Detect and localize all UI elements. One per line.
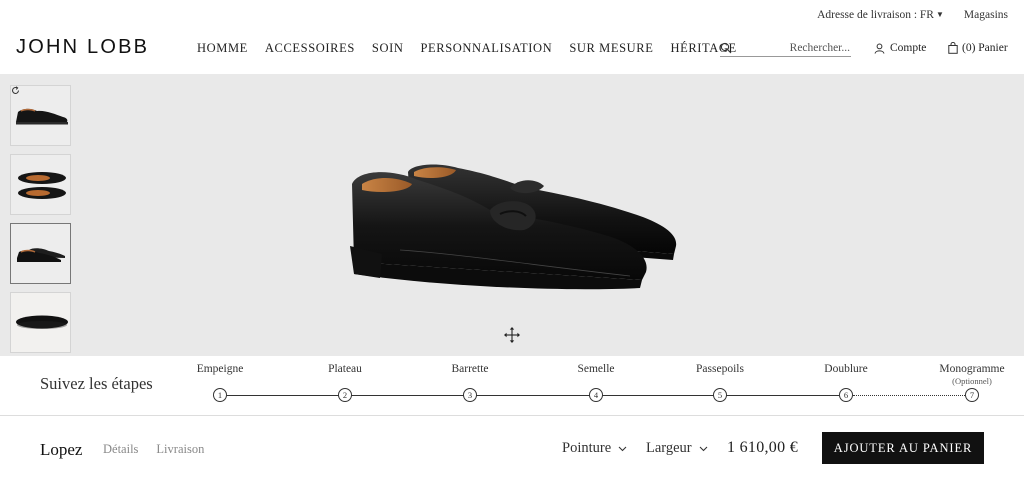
step-number: 3	[463, 388, 477, 402]
thumbnail-360-view[interactable]	[10, 85, 71, 146]
thumbnail-pair-view[interactable]	[10, 223, 71, 284]
main-nav: HOMME ACCESSOIRES SOIN PERSONNALISATION …	[197, 41, 737, 56]
shoe-product-image	[350, 164, 677, 290]
shoe-pair-thumb-image	[17, 248, 65, 262]
brand-logo[interactable]: JOHN LOBB	[16, 36, 149, 59]
step-doublure[interactable]: Doublure 6	[786, 356, 906, 402]
customization-steps: Suivez les étapes Empeigne 1 Plateau 2 B…	[0, 356, 1024, 416]
product-info-links: Détails Livraison	[103, 442, 204, 457]
delivery-link[interactable]: Livraison	[156, 442, 204, 457]
search-box	[720, 40, 851, 57]
step-number: 2	[338, 388, 352, 402]
step-label: Empeigne	[196, 363, 244, 375]
cart-label: (0) Panier	[962, 42, 1008, 54]
width-select-label: Largeur	[646, 440, 692, 456]
delivery-country-selector[interactable]: Adresse de livraison : FR ▼	[817, 9, 944, 21]
step-label: Doublure	[824, 363, 868, 375]
step-plateau[interactable]: Plateau 2	[285, 356, 405, 402]
search-input[interactable]	[720, 42, 851, 54]
step-number: 4	[589, 388, 603, 402]
shopping-bag-icon	[948, 42, 958, 54]
step-number: 7	[965, 388, 979, 402]
product-name: Lopez	[40, 440, 83, 459]
step-number: 1	[213, 388, 227, 402]
step-barrette[interactable]: Barrette 3	[410, 356, 530, 402]
step-number: 6	[839, 388, 853, 402]
step-optional-note: (Optionnel)	[952, 376, 992, 386]
step-semelle[interactable]: Semelle 4	[536, 356, 656, 402]
chevron-down-icon	[618, 446, 627, 451]
shoe-top-thumb-image	[18, 172, 66, 199]
chevron-down-icon	[699, 446, 708, 451]
thumbnail-top-view[interactable]	[10, 154, 71, 215]
width-select[interactable]: Largeur	[646, 440, 708, 457]
search-icon[interactable]	[720, 42, 732, 54]
step-label: Passepoils	[696, 363, 744, 375]
step-number: 5	[713, 388, 727, 402]
step-label: Semelle	[577, 363, 615, 375]
details-link[interactable]: Détails	[103, 442, 138, 457]
nav-item-soin[interactable]: SOIN	[372, 41, 404, 56]
nav-item-sur-mesure[interactable]: SUR MESURE	[569, 41, 653, 56]
cart-link[interactable]: (0) Panier	[948, 42, 1008, 54]
steps-progress-line	[227, 395, 839, 396]
move-arrows-icon[interactable]	[503, 326, 521, 344]
shoe-side-thumb-image	[16, 108, 68, 125]
product-action-bar: Lopez Détails Livraison Pointure Largeur…	[0, 416, 1024, 481]
shoe-sole-thumb-image	[16, 315, 68, 329]
utility-bar: Adresse de livraison : FR ▼ Magasins	[817, 9, 1008, 21]
steps-title: Suivez les étapes	[40, 374, 153, 393]
stores-link[interactable]: Magasins	[964, 9, 1008, 21]
size-select-label: Pointure	[562, 440, 612, 456]
step-label: Barrette	[451, 363, 489, 375]
account-link[interactable]: Compte	[874, 42, 926, 54]
rotate-icon	[12, 86, 19, 94]
thumbnail-sole-view[interactable]	[10, 292, 71, 353]
step-label: Monogramme	[939, 363, 1005, 375]
thumbnail-list	[10, 85, 71, 353]
steps-optional-line	[853, 395, 965, 396]
nav-item-accessoires[interactable]: ACCESSOIRES	[265, 41, 355, 56]
nav-item-personnalisation[interactable]: PERSONNALISATION	[420, 41, 552, 56]
add-to-cart-button[interactable]: AJOUTER AU PANIER	[822, 432, 984, 464]
product-viewer[interactable]	[0, 74, 1024, 356]
step-passepoils[interactable]: Passepoils 5	[660, 356, 780, 402]
size-select[interactable]: Pointure	[562, 440, 627, 457]
step-empeigne[interactable]: Empeigne 1	[160, 356, 280, 402]
step-monogramme[interactable]: Monogramme (Optionnel) 7	[912, 356, 1024, 402]
product-price: 1 610,00 €	[727, 439, 798, 456]
nav-item-homme[interactable]: HOMME	[197, 41, 248, 56]
delivery-country-label: Adresse de livraison : FR	[817, 9, 934, 21]
user-icon	[874, 43, 885, 54]
caret-down-icon: ▼	[935, 10, 944, 19]
account-label: Compte	[890, 42, 927, 54]
step-label: Plateau	[328, 363, 362, 375]
